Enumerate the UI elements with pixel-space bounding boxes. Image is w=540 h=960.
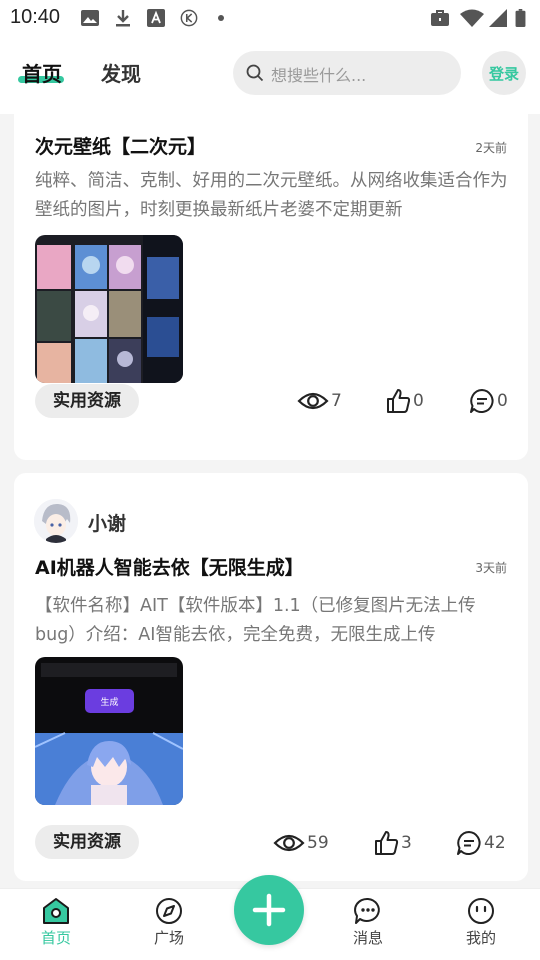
post-image[interactable]: 生成 — [35, 657, 183, 805]
nav-square-label: 广场 — [153, 929, 184, 947]
battery-icon — [515, 9, 526, 27]
post-description[interactable]: 【软件名称】AIT【软件版本】1.1（已修复图片无法上传bug）介绍：AI智能去… — [35, 592, 509, 662]
avatar[interactable] — [34, 499, 78, 543]
comment-icon — [470, 389, 494, 413]
plus-icon — [252, 893, 286, 927]
status-time: 10:40 — [10, 6, 61, 28]
top-nav: 首页 发现 想搜些什么... 登录 — [0, 36, 540, 114]
eye-icon — [273, 834, 305, 852]
nav-messages-label: 消息 — [352, 929, 383, 947]
post-tag[interactable]: 实用资源 — [35, 384, 139, 418]
post-time: 2天前 — [475, 141, 507, 155]
ai-preview-image: 生成 — [35, 657, 183, 805]
search-icon — [246, 64, 264, 82]
nav-home[interactable]: 首页 — [21, 897, 91, 948]
tab-discover[interactable]: 发现 — [101, 58, 141, 87]
post-description[interactable]: 纯粹、简洁、克制、好用的二次元壁纸。从网络收集适合作为壁纸的图片，时刻更换最新纸… — [35, 167, 509, 237]
post-card[interactable]: 小谢 AI机器人智能去依【无限生成】 3天前 【软件名称】AIT【软件版本】1.… — [14, 473, 528, 881]
post-tag[interactable]: 实用资源 — [35, 825, 139, 859]
likes-count: 3 — [401, 833, 412, 853]
download-icon — [116, 10, 130, 27]
chat-icon — [354, 897, 380, 924]
wifi-icon — [460, 9, 484, 27]
generate-button-label: 生成 — [100, 696, 118, 708]
nav-messages[interactable]: 消息 — [333, 897, 403, 948]
font-a-icon — [147, 9, 165, 27]
briefcase-icon — [431, 10, 449, 26]
views-stat: 59 — [273, 828, 329, 858]
nav-profile[interactable]: 我的 — [446, 897, 516, 948]
create-post-button[interactable] — [234, 875, 304, 945]
thumbs-up-icon — [387, 389, 411, 413]
avatar-image — [34, 499, 78, 543]
wallpaper-collage-image — [35, 235, 183, 383]
comments-count: 42 — [484, 833, 506, 853]
comment-button[interactable]: 42 — [456, 828, 506, 858]
search-placeholder: 想搜些什么... — [271, 66, 367, 85]
likes-count: 0 — [413, 391, 424, 411]
views-count: 7 — [331, 391, 342, 411]
views-stat: 7 — [297, 386, 342, 416]
home-icon — [43, 898, 69, 924]
image-icon — [81, 10, 99, 26]
post-title[interactable]: AI机器人智能去依【无限生成】 — [35, 553, 304, 580]
comment-button[interactable]: 0 — [469, 386, 508, 416]
comments-count: 0 — [497, 391, 508, 411]
nav-square[interactable]: 广场 — [134, 897, 204, 948]
eye-icon — [297, 392, 329, 410]
login-label: 登录 — [488, 65, 519, 83]
comment-icon — [457, 831, 481, 855]
author-name[interactable]: 小谢 — [88, 509, 126, 536]
nav-home-label: 首页 — [40, 929, 71, 947]
like-button[interactable]: 0 — [385, 386, 424, 416]
tab-home[interactable]: 首页 — [22, 58, 62, 87]
thumbs-up-icon — [375, 831, 399, 855]
post-image[interactable] — [35, 235, 183, 383]
compass-icon — [156, 898, 182, 924]
dot-icon — [218, 15, 224, 21]
post-card[interactable]: 次元壁纸【二次元】 2天前 纯粹、简洁、克制、好用的二次元壁纸。从网络收集适合作… — [14, 114, 528, 460]
login-button[interactable]: 登录 — [482, 51, 526, 95]
cell-signal-icon — [489, 9, 507, 27]
k-circle-icon — [180, 9, 198, 27]
post-feed[interactable]: 次元壁纸【二次元】 2天前 纯粹、简洁、克制、好用的二次元壁纸。从网络收集适合作… — [0, 114, 540, 888]
like-button[interactable]: 3 — [373, 828, 412, 858]
status-bar: 10:40 — [0, 0, 540, 36]
profile-icon — [468, 898, 494, 924]
nav-profile-label: 我的 — [465, 929, 496, 947]
post-time: 3天前 — [475, 561, 507, 575]
post-title[interactable]: 次元壁纸【二次元】 — [35, 132, 206, 159]
views-count: 59 — [307, 833, 329, 853]
search-input[interactable]: 想搜些什么... — [233, 51, 461, 95]
